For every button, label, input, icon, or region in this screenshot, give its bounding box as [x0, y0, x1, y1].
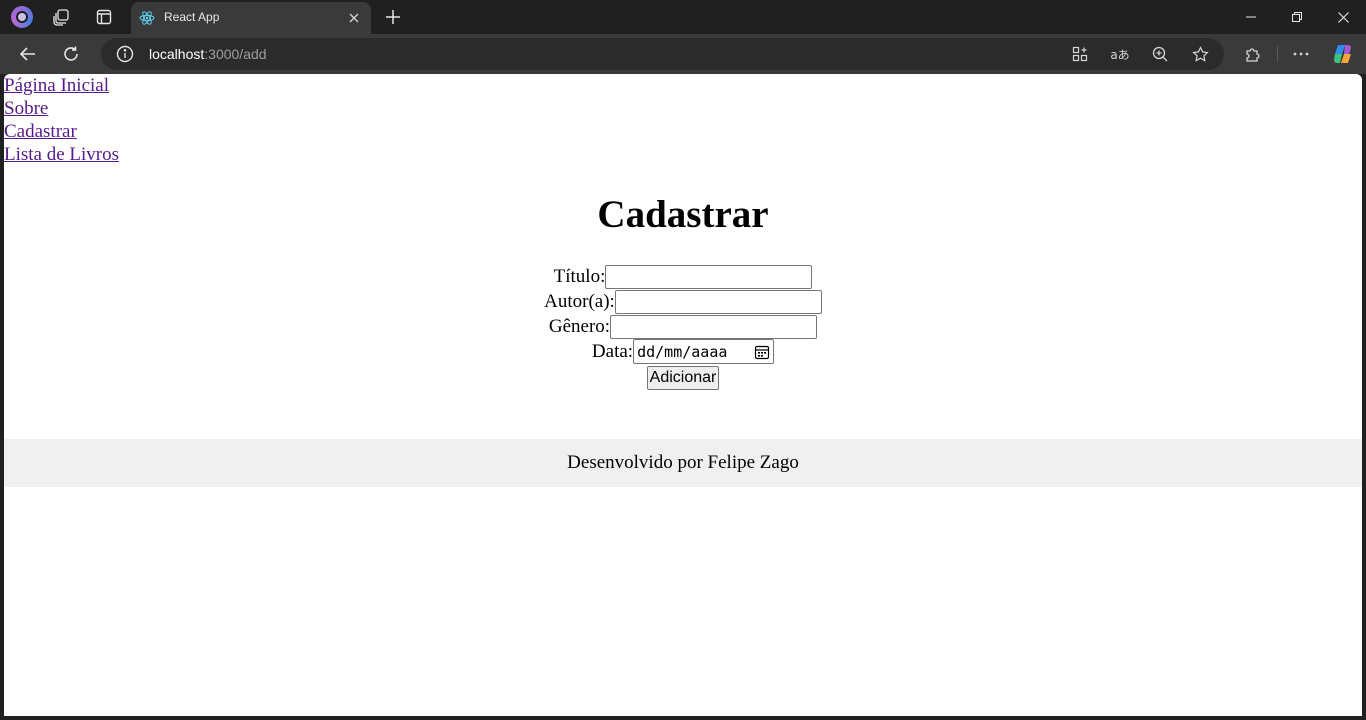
genre-row: Gênero: [4, 314, 1362, 339]
translate-icon[interactable]: aあ [1110, 44, 1130, 64]
reload-icon[interactable] [57, 40, 85, 68]
browser-titlebar: React App [0, 0, 1366, 34]
author-input[interactable] [614, 289, 822, 314]
react-logo-icon [139, 11, 155, 25]
workspaces-icon[interactable] [50, 5, 74, 29]
title-row: Título: [4, 264, 1362, 289]
nav-link-about[interactable]: Sobre [4, 97, 48, 120]
extensions-icon[interactable] [1242, 43, 1264, 65]
page-viewport: Página Inicial Sobre Cadastrar Lista de … [4, 74, 1362, 716]
minimize-icon[interactable] [1228, 0, 1274, 34]
add-book-form: Título: Autor(a): Gênero: Data: dd/mm/aa… [4, 264, 1362, 391]
url-path: :3000/add [204, 46, 267, 62]
more-options-icon[interactable] [1290, 43, 1312, 65]
submit-row: Adicionar [4, 365, 1362, 391]
date-row: Data: dd/mm/aaaa [4, 339, 1362, 364]
url-text[interactable]: localhost:3000/add [149, 46, 267, 62]
calendar-icon[interactable] [754, 344, 770, 360]
profile-icon[interactable] [10, 5, 34, 29]
toolbar-divider [1277, 46, 1278, 62]
url-host: localhost [149, 46, 205, 62]
close-window-icon[interactable] [1320, 0, 1366, 34]
nav-link-register[interactable]: Cadastrar [4, 120, 77, 143]
author-label: Autor(a): [544, 290, 615, 312]
app-available-icon[interactable] [1070, 44, 1090, 64]
footer-text: Desenvolvido por Felipe Zago [567, 452, 799, 473]
zoom-icon[interactable] [1150, 44, 1170, 64]
favorite-star-icon[interactable] [1190, 44, 1210, 64]
genre-input[interactable] [610, 314, 818, 339]
page-title: Cadastrar [597, 193, 769, 236]
tab-actions-icon[interactable] [92, 5, 116, 29]
new-tab-icon[interactable] [381, 5, 405, 29]
browser-toolbar: localhost:3000/add aあ [0, 34, 1366, 74]
tab-title: React App [164, 10, 220, 24]
back-icon[interactable] [14, 40, 42, 68]
title-input[interactable] [605, 264, 813, 289]
copilot-icon[interactable] [1332, 43, 1354, 65]
close-tab-icon[interactable] [345, 9, 363, 27]
nav-link-home[interactable]: Página Inicial [4, 74, 109, 97]
author-row: Autor(a): [4, 289, 1362, 314]
date-input[interactable]: dd/mm/aaaa [633, 339, 775, 364]
add-button[interactable]: Adicionar [646, 366, 720, 390]
genre-label: Gênero: [548, 315, 611, 337]
page-footer: Desenvolvido por Felipe Zago [4, 439, 1362, 487]
date-label: Data: [591, 340, 634, 362]
nav-link-book-list[interactable]: Lista de Livros [4, 143, 119, 166]
address-bar[interactable]: localhost:3000/add aあ [101, 38, 1224, 70]
date-placeholder: dd/mm/aaaa [637, 342, 728, 361]
title-label: Título: [553, 265, 606, 287]
tab-react-app[interactable]: React App [131, 2, 371, 34]
main-nav: Página Inicial Sobre Cadastrar Lista de … [4, 74, 119, 166]
restore-icon[interactable] [1274, 0, 1320, 34]
site-info-icon[interactable] [116, 45, 134, 63]
